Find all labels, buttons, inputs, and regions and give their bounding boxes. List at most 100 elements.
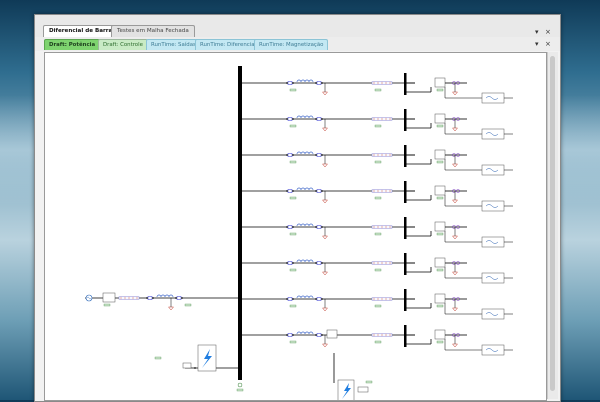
feeder-breaker-1 bbox=[287, 117, 293, 121]
breaker-terminal bbox=[286, 334, 288, 336]
ground-icon bbox=[167, 306, 175, 311]
ground-icon bbox=[321, 343, 329, 348]
feeder-measure-tag bbox=[374, 232, 382, 236]
breaker-terminal bbox=[315, 118, 317, 120]
breaker-terminal bbox=[146, 297, 148, 299]
feeder-breaker-2 bbox=[316, 189, 322, 193]
feeder-load-box bbox=[481, 344, 505, 356]
tab-draft-controle[interactable]: Draft: Controle bbox=[98, 39, 148, 50]
ground-icon bbox=[321, 199, 329, 204]
feeder-breaker-1 bbox=[287, 153, 293, 157]
view-menu-chevron-icon[interactable]: ▾ bbox=[535, 40, 539, 48]
feeder-load-box bbox=[481, 200, 505, 212]
feeder-inductor bbox=[296, 187, 314, 191]
feeder-breaker-tag bbox=[289, 160, 297, 164]
schematic-canvas[interactable] bbox=[44, 52, 547, 401]
ground-icon bbox=[451, 163, 459, 168]
feeder-load-box bbox=[481, 92, 505, 104]
feeder-breaker-tag bbox=[289, 340, 297, 344]
feeder-breaker-2 bbox=[316, 153, 322, 157]
breaker-terminal bbox=[321, 190, 323, 192]
breaker-terminal bbox=[315, 190, 317, 192]
feeder-breaker-tag bbox=[289, 232, 297, 236]
feeder-breaker-tag bbox=[289, 196, 297, 200]
breaker-terminal bbox=[292, 190, 294, 192]
ground-icon bbox=[451, 307, 459, 312]
feeder-inductor bbox=[296, 259, 314, 263]
bus-label-tag bbox=[236, 388, 244, 392]
document-close-icon[interactable]: × bbox=[545, 28, 551, 36]
breaker-terminal bbox=[315, 334, 317, 336]
breaker-terminal bbox=[286, 190, 288, 192]
ground-icon bbox=[451, 271, 459, 276]
ground-icon bbox=[321, 307, 329, 312]
breaker-terminal bbox=[286, 298, 288, 300]
transformer-tag bbox=[436, 196, 444, 200]
feeder-breaker-2 bbox=[316, 333, 322, 337]
feeder-load-box bbox=[481, 236, 505, 248]
tab-runtime-saidas[interactable]: RunTime: Saídas bbox=[146, 39, 201, 50]
ground-icon bbox=[451, 235, 459, 240]
breaker-terminal bbox=[315, 82, 317, 84]
feeder-breaker-2 bbox=[316, 297, 322, 301]
breaker-terminal bbox=[315, 298, 317, 300]
breaker-terminal bbox=[286, 82, 288, 84]
ground-icon bbox=[321, 235, 329, 240]
breaker-terminal bbox=[321, 298, 323, 300]
breaker-terminal bbox=[175, 297, 177, 299]
tab-diferencial-de-barra[interactable]: Diferencial de Barra bbox=[43, 25, 119, 37]
feeder-breaker-1 bbox=[287, 297, 293, 301]
feeder-breaker-1 bbox=[287, 261, 293, 265]
feeder-transformer-box bbox=[434, 221, 446, 232]
source-breaker-2 bbox=[176, 296, 182, 300]
breaker-terminal bbox=[321, 82, 323, 84]
feeder-fault-tag bbox=[365, 380, 373, 384]
view-close-icon[interactable]: × bbox=[545, 40, 551, 48]
feeder-measure-tag bbox=[374, 340, 382, 344]
breaker-terminal bbox=[321, 226, 323, 228]
breaker-terminal bbox=[292, 118, 294, 120]
breaker-terminal bbox=[321, 118, 323, 120]
ground-icon bbox=[451, 127, 459, 132]
breaker-terminal bbox=[292, 298, 294, 300]
tab-draft-potencia[interactable]: Draft: Potência bbox=[44, 39, 101, 50]
breaker-terminal bbox=[286, 226, 288, 228]
feeder-breaker-1 bbox=[287, 225, 293, 229]
tab-runtime-diferencial[interactable]: RunTime: Diferencial bbox=[195, 39, 262, 50]
breaker-terminal bbox=[292, 262, 294, 264]
feeder-measure-tag bbox=[374, 160, 382, 164]
document-menu-chevron-icon[interactable]: ▾ bbox=[535, 28, 539, 36]
tab-runtime-magnetizacao[interactable]: RunTime: Magnetização bbox=[254, 39, 329, 50]
feeder-fault-transformer-box bbox=[326, 329, 338, 339]
breaker-terminal bbox=[181, 297, 183, 299]
single-line-diagram bbox=[85, 66, 513, 400]
transformer-tag bbox=[436, 124, 444, 128]
ground-icon bbox=[321, 271, 329, 276]
breaker-terminal bbox=[315, 262, 317, 264]
transformer-tag bbox=[436, 160, 444, 164]
tab-testes-em-malha-fechada[interactable]: Testes em Malha Fechada bbox=[111, 25, 195, 37]
fault-terminal bbox=[194, 367, 196, 369]
bus-bottom-node bbox=[237, 382, 243, 388]
transformer-tag bbox=[436, 88, 444, 92]
view-tab-strip: Draft: Potência Draft: Controle RunTime:… bbox=[35, 37, 560, 51]
ground-icon bbox=[451, 91, 459, 96]
feeder-inductor bbox=[296, 295, 314, 299]
source-breaker-1 bbox=[147, 296, 153, 300]
feeder-transformer-box bbox=[434, 329, 446, 340]
feeder-transformer-box bbox=[434, 113, 446, 124]
feeder-measure-tag bbox=[374, 304, 382, 308]
scrollbar-thumb[interactable] bbox=[550, 56, 555, 391]
ground-icon bbox=[321, 91, 329, 96]
breaker-terminal bbox=[321, 262, 323, 264]
vertical-scrollbar[interactable] bbox=[547, 52, 558, 399]
feeder-breaker-tag bbox=[289, 88, 297, 92]
fault-switch-box bbox=[182, 362, 192, 369]
feeder-inductor bbox=[296, 331, 314, 335]
transformer-tag bbox=[436, 232, 444, 236]
main-busbar bbox=[238, 66, 242, 380]
feeder-fault-switch-box bbox=[357, 386, 369, 393]
feeder-breaker-tag bbox=[289, 304, 297, 308]
feeder-load-box bbox=[481, 272, 505, 284]
source-inductor bbox=[156, 294, 174, 298]
